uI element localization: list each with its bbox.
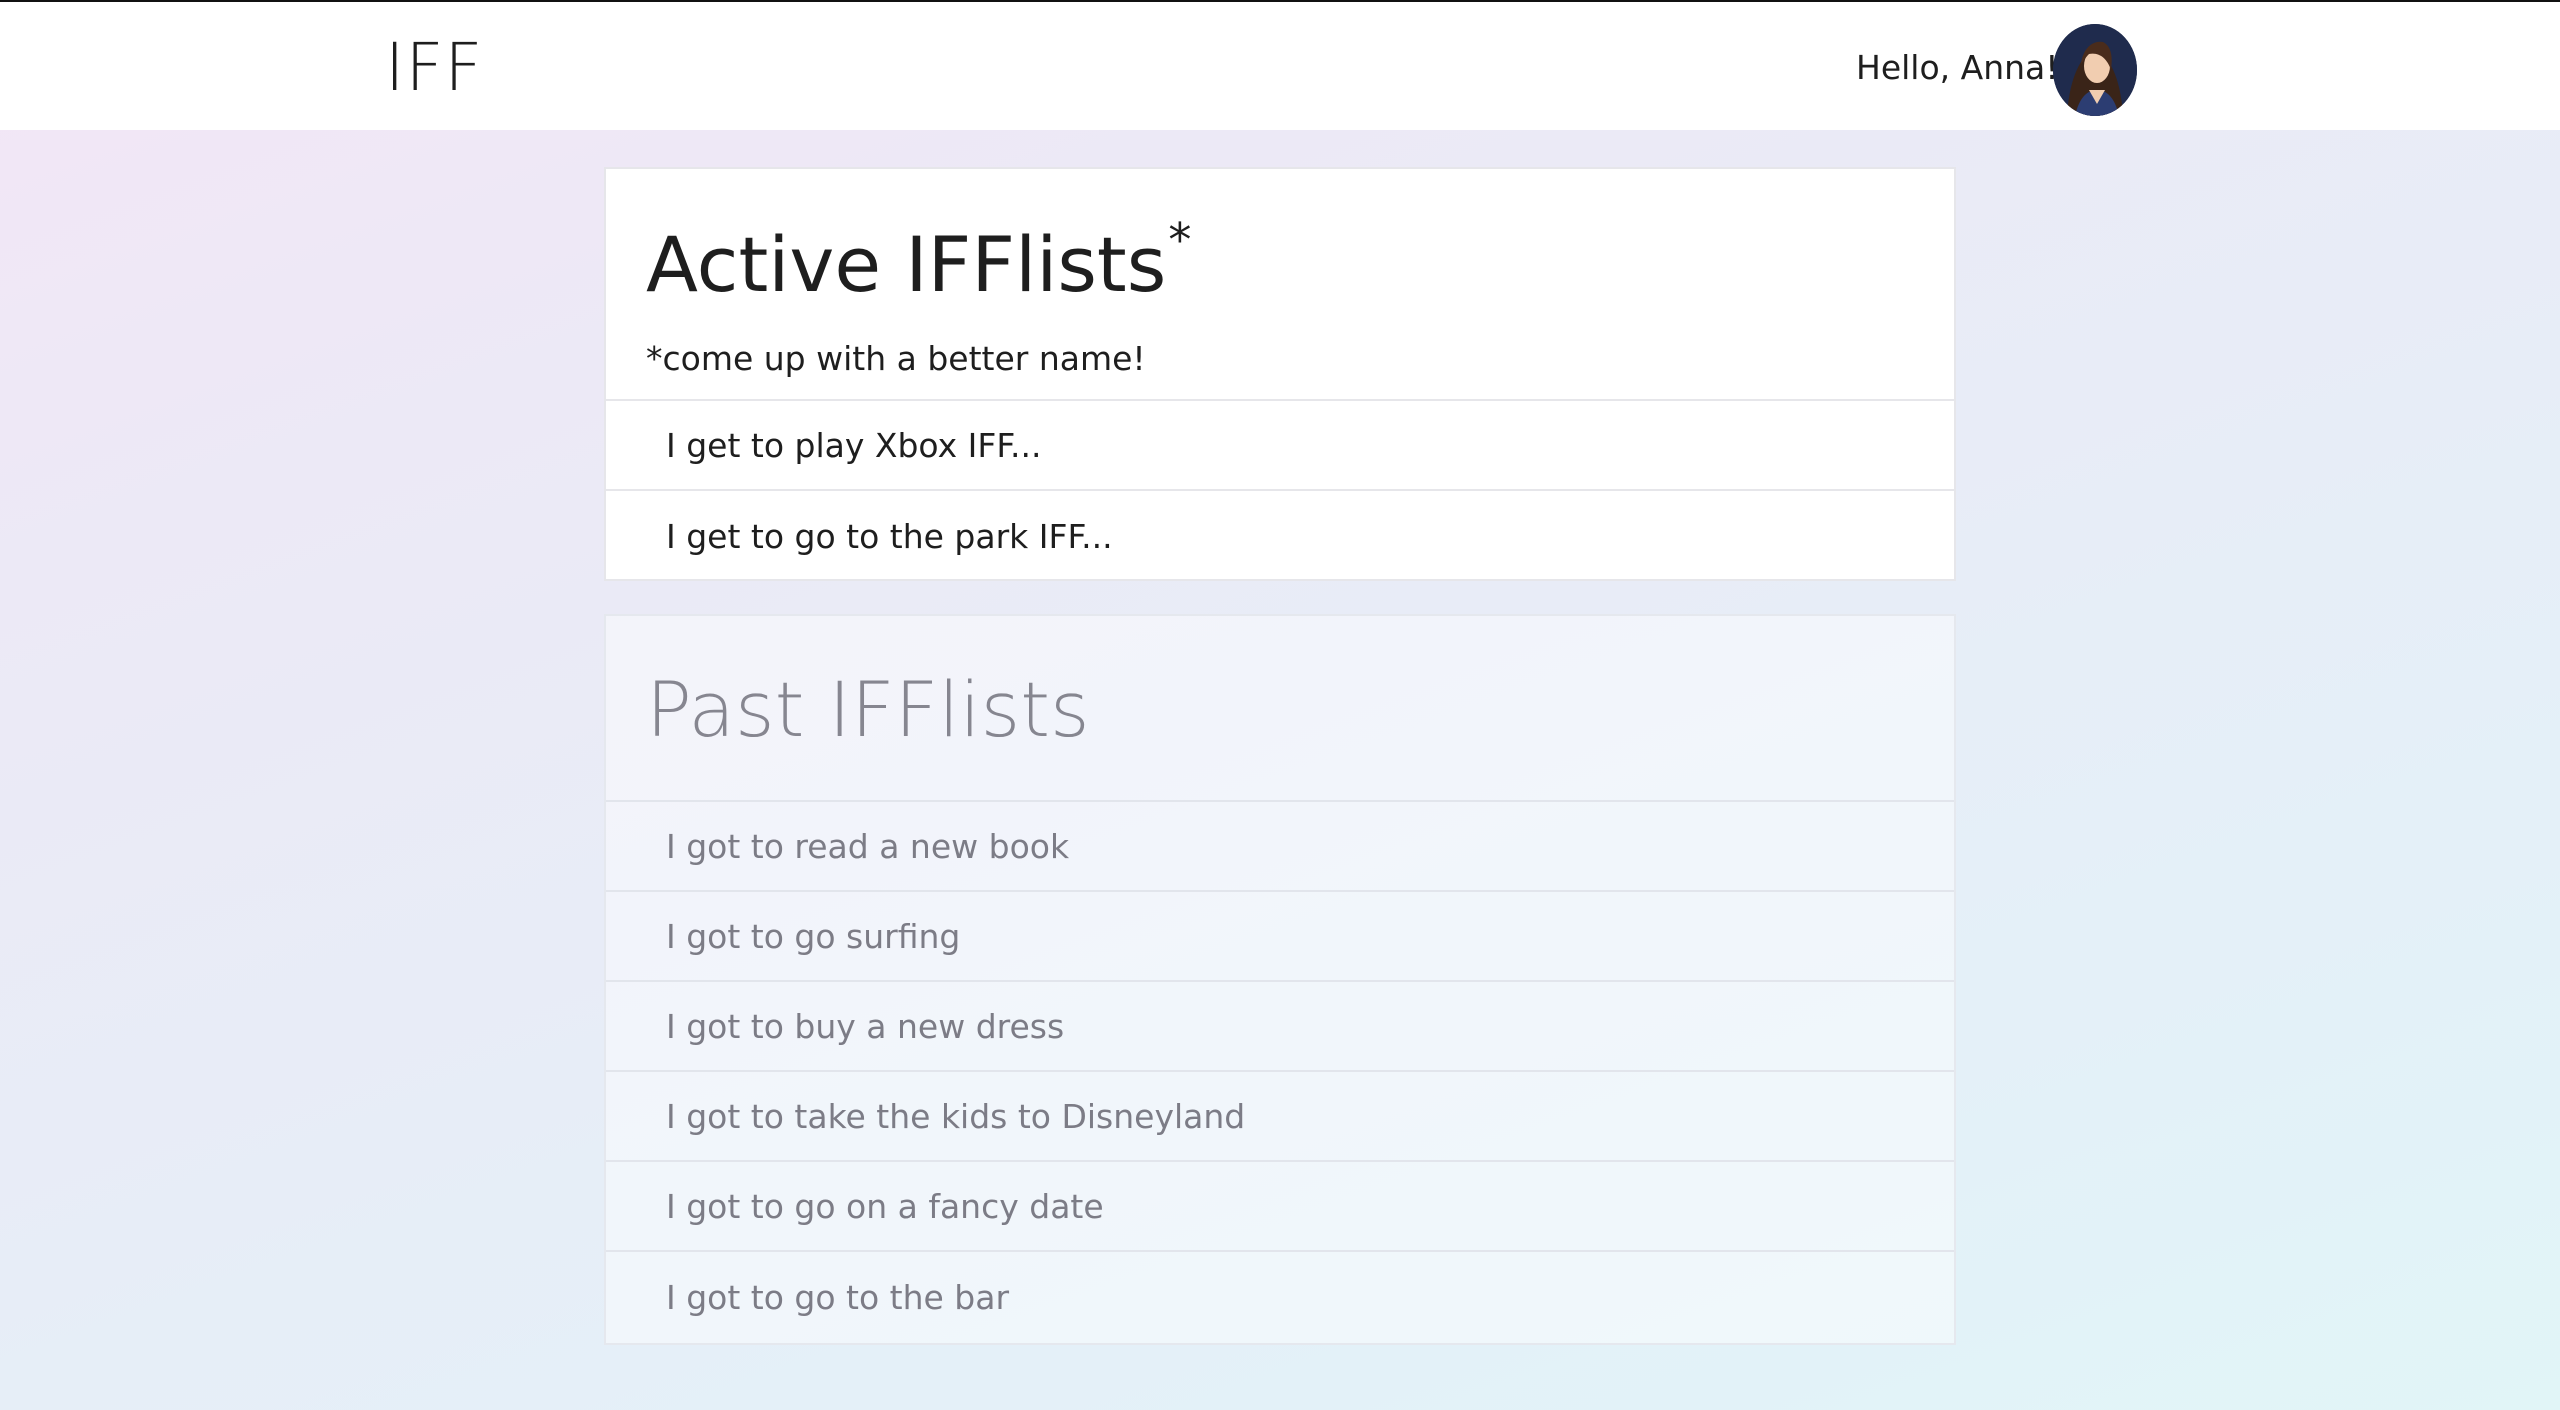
top-navbar: IFF Hello, Anna!: [0, 0, 2560, 130]
past-ifflists-title: Past IFFlists: [646, 665, 1090, 754]
user-avatar[interactable]: [2053, 24, 2137, 116]
past-ifflists-header: Past IFFlists: [606, 616, 1954, 802]
active-ifflists-note: *come up with a better name!: [646, 339, 1146, 378]
list-item-past[interactable]: I got to go on a fancy date: [606, 1162, 1954, 1252]
list-item-past[interactable]: I got to read a new book: [606, 802, 1954, 892]
list-item-past[interactable]: I got to go surfing: [606, 892, 1954, 982]
list-item-active[interactable]: I get to play Xbox IFF...: [606, 401, 1954, 491]
list-item-past[interactable]: I got to buy a new dress: [606, 982, 1954, 1072]
active-ifflists-card: Active IFFlists* *come up with a better …: [604, 167, 1956, 581]
active-ifflists-header: Active IFFlists* *come up with a better …: [606, 169, 1954, 401]
avatar-portrait-icon: [2053, 24, 2137, 116]
past-ifflists-card: Past IFFlists I got to read a new book I…: [604, 614, 1956, 1345]
title-asterisk: *: [1168, 213, 1192, 267]
list-item-past[interactable]: I got to take the kids to Disneyland: [606, 1072, 1954, 1162]
user-greeting: Hello, Anna!: [1856, 48, 2059, 87]
active-ifflists-title: Active IFFlists*: [646, 217, 1191, 303]
brand-logo[interactable]: IFF: [385, 24, 483, 112]
active-ifflists-title-text: Active IFFlists: [646, 220, 1167, 309]
list-item-past[interactable]: I got to go to the bar: [606, 1252, 1954, 1342]
list-item-active[interactable]: I get to go to the park IFF...: [606, 491, 1954, 581]
